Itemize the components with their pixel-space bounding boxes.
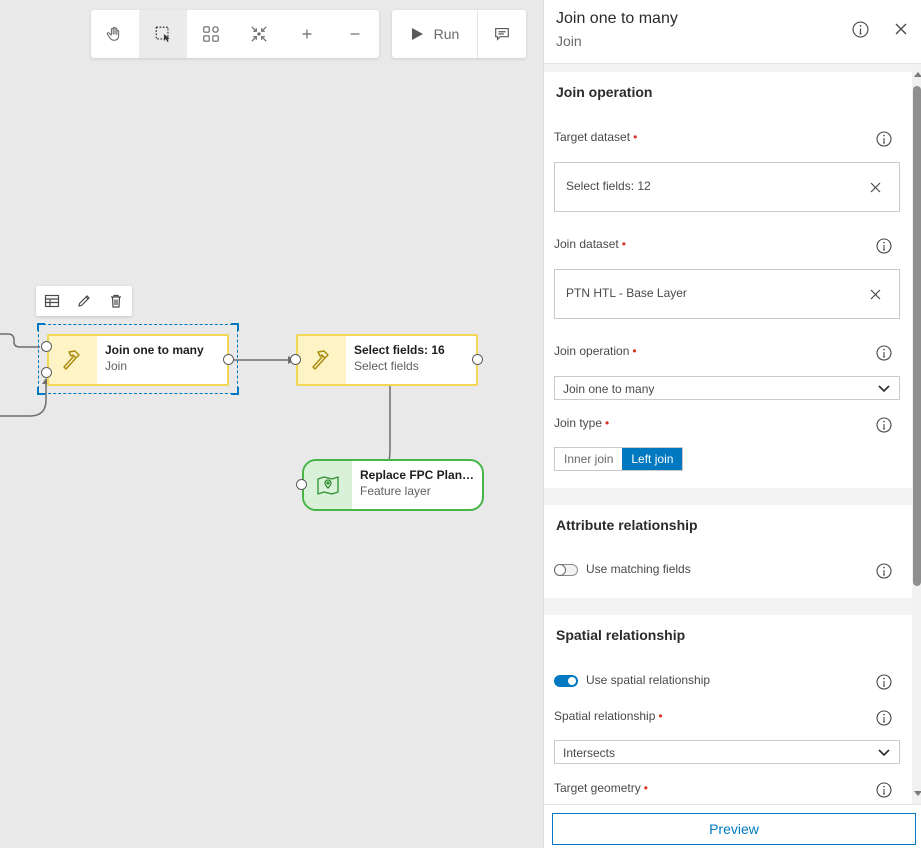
trash-icon [111, 294, 121, 308]
left-join-option[interactable]: Left join [622, 448, 683, 470]
inner-join-option[interactable]: Inner join [555, 448, 623, 470]
spatial-relationship-select[interactable]: Intersects [554, 740, 900, 764]
node-subtitle: Select fields [354, 359, 419, 373]
close-icon[interactable] [894, 22, 908, 36]
join-type-label: Join type • [554, 416, 610, 430]
attribute-relationship-section: Attribute relationship Use matching fiel… [544, 505, 912, 598]
model-canvas[interactable]: Run Join one to many Join Select fields:… [0, 0, 543, 848]
use-spatial-relationship-label: Use spatial relationship [586, 673, 711, 687]
scroll-down-icon[interactable] [914, 791, 921, 796]
info-icon[interactable] [852, 21, 869, 38]
select-fields-node[interactable]: Select fields: 16 Select fields [296, 334, 478, 386]
pan-icon [106, 26, 120, 41]
table-icon [44, 294, 60, 308]
auto-layout-icon [203, 26, 219, 42]
zoom-in-icon [302, 29, 312, 39]
join-operation-select[interactable]: Join one to many [554, 376, 900, 400]
panel-header: Join one to many Join [544, 0, 921, 64]
preview-button[interactable]: Preview [552, 813, 916, 845]
select-icon [155, 26, 170, 43]
select-button[interactable] [139, 10, 187, 58]
use-matching-fields-label: Use matching fields [586, 562, 691, 576]
info-icon[interactable] [876, 238, 892, 254]
zoom-out-icon [350, 33, 360, 35]
panel-scroll-area[interactable]: Join operation Target dataset • Select fi… [544, 64, 921, 804]
panel-subtitle: Join [556, 33, 582, 49]
edit-node-button[interactable] [68, 286, 100, 316]
info-icon[interactable] [876, 674, 892, 690]
section-title: Attribute relationship [556, 517, 698, 533]
wire-layer-to-select [387, 386, 391, 467]
run-toolbar: Run [392, 10, 526, 58]
target-dataset-label: Target dataset • [554, 130, 638, 144]
target-dataset-field[interactable]: Select fields: 12 [554, 162, 900, 212]
map-icon [317, 476, 339, 495]
join-input-port-bottom[interactable] [41, 367, 52, 378]
node-title: Select fields: 16 [354, 343, 445, 357]
join-operation-label: Join operation • [554, 344, 637, 358]
join-dataset-label: Join dataset • [554, 237, 626, 251]
info-icon[interactable] [876, 563, 892, 579]
node-title: Replace FPC Plant... [359, 468, 476, 482]
clear-icon[interactable] [870, 182, 881, 193]
comment-button[interactable] [478, 10, 526, 58]
node-subtitle: Join [105, 359, 128, 373]
pencil-icon [78, 295, 90, 307]
spatial-relationship-section: Spatial relationship Use spatial relatio… [544, 615, 912, 804]
info-icon[interactable] [876, 710, 892, 726]
feature-layer-node[interactable]: Replace FPC Plant... Feature layer [302, 459, 484, 511]
pan-button[interactable] [91, 10, 139, 58]
chevron-down-icon [878, 385, 890, 393]
incoming-wire-top [0, 333, 40, 348]
target-dataset-value: Select fields: 12 [566, 179, 651, 193]
fit-icon [251, 26, 267, 42]
layer-input-port[interactable] [296, 479, 307, 490]
zoom-out-button[interactable] [331, 10, 379, 58]
info-icon[interactable] [876, 782, 892, 798]
section-title: Spatial relationship [556, 627, 686, 643]
run-label: Run [433, 26, 460, 42]
info-icon[interactable] [876, 417, 892, 433]
use-matching-fields-toggle[interactable] [554, 564, 578, 576]
join-dataset-field[interactable]: PTN HTL - Base Layer [554, 269, 900, 319]
panel-scrollbar[interactable] [912, 64, 921, 804]
view-table-button[interactable] [36, 286, 68, 316]
comment-icon [495, 28, 509, 41]
run-button[interactable]: Run [392, 10, 478, 58]
canvas-toolbar [91, 10, 379, 58]
spatial-relationship-label: Spatial relationship • [554, 709, 663, 723]
node-action-bar [36, 286, 132, 316]
delete-node-button[interactable] [100, 286, 132, 316]
info-icon[interactable] [876, 131, 892, 147]
join-node[interactable]: Join one to many Join [47, 334, 229, 386]
node-subtitle: Feature layer [359, 484, 431, 498]
select-input-port[interactable] [290, 354, 301, 365]
join-input-port-top[interactable] [41, 341, 52, 352]
select-output-port[interactable] [472, 354, 483, 365]
zoom-in-button[interactable] [283, 10, 331, 58]
panel-title: Join one to many [556, 10, 678, 27]
join-operation-section: Join operation Target dataset • Select fi… [544, 72, 912, 488]
scroll-up-icon[interactable] [914, 72, 921, 77]
info-icon[interactable] [876, 345, 892, 361]
join-output-port[interactable] [223, 354, 234, 365]
connection-lines [0, 333, 391, 467]
auto-layout-button[interactable] [187, 10, 235, 58]
properties-panel: Join one to many Join Join operation Tar… [543, 0, 921, 848]
join-type-segmented-control: Inner join Left join [554, 447, 684, 471]
hammer-icon [63, 350, 80, 370]
fit-to-view-button[interactable] [235, 10, 283, 58]
scrollbar-thumb[interactable] [913, 86, 921, 586]
join-dataset-value: PTN HTL - Base Layer [566, 286, 687, 300]
clear-icon[interactable] [870, 289, 881, 300]
node-title: Join one to many [105, 343, 204, 357]
hammer-icon [312, 350, 329, 370]
section-title: Join operation [556, 84, 653, 100]
target-geometry-label: Target geometry • [554, 781, 648, 795]
panel-footer: Preview [544, 804, 921, 848]
play-icon [411, 28, 423, 40]
use-spatial-relationship-toggle[interactable] [554, 675, 578, 687]
chevron-down-icon [878, 749, 890, 757]
